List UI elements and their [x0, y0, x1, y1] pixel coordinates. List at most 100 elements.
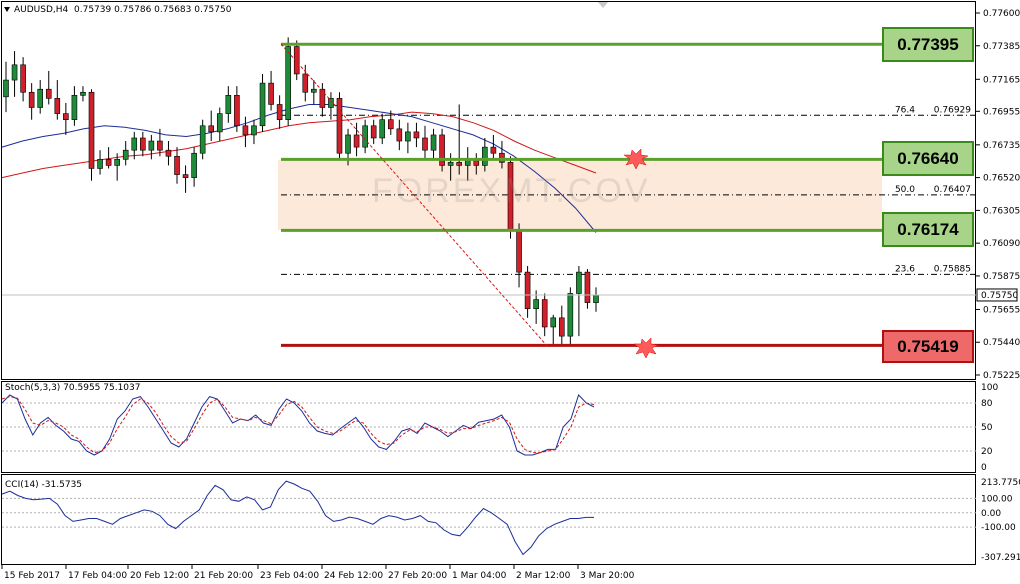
candle-body [353, 134, 360, 148]
watermark-logo: FOREXMT.COV [372, 172, 651, 210]
candle-body [584, 271, 591, 303]
candle-body [122, 149, 129, 160]
candle-body [105, 159, 112, 166]
candle-body [567, 293, 574, 337]
candle-body [131, 137, 138, 151]
price-axis-label: 0.75225 [983, 371, 1020, 381]
chart-canvas[interactable]: 76.4 0.76929 50.0 0.76407 23.6 0.75885 0.7760… [0, 0, 1020, 584]
candle-body [319, 88, 326, 108]
candle-body [191, 152, 197, 178]
candle-body [234, 95, 240, 127]
candle-body [63, 113, 69, 120]
candle-body [593, 294, 599, 303]
level-box-1: 0.77395 [882, 27, 974, 62]
current-price-label: 0.75750 [981, 291, 1018, 301]
candle-body [114, 159, 120, 166]
time-axis-label: 21 Feb 20:00 [194, 571, 253, 581]
time-axis-label: 24 Feb 12:00 [324, 571, 383, 581]
candle-body [499, 152, 505, 163]
candle-body [345, 134, 351, 154]
candle-body [362, 125, 368, 148]
price-axis-label: 0.75875 [983, 272, 1020, 282]
time-axis-label: 20 Feb 12:00 [130, 571, 189, 581]
candle-body [88, 91, 95, 169]
price-axis-label: 0.77600 [983, 9, 1020, 19]
candle-body [174, 155, 180, 175]
candle-body [576, 271, 582, 294]
candle-body [379, 119, 386, 139]
candle-body [336, 98, 343, 154]
candle-body [80, 91, 86, 96]
candle-body [54, 98, 61, 114]
candle-body [422, 137, 428, 151]
cci-axis-label: 213.7750 [981, 478, 1020, 488]
level-box-2: 0.76640 [882, 141, 974, 176]
cci-axis-label: -307.2916 [981, 553, 1020, 563]
candle-body [140, 137, 146, 151]
candle-body [482, 146, 488, 166]
ohlc-readout: 0.75739 0.75786 0.75683 0.75750 [74, 5, 232, 15]
cci-axis-label: 100.00 [981, 494, 1013, 504]
candle-body [439, 134, 445, 166]
fibo-level-value: 0.76929 [934, 105, 971, 115]
candle-body [259, 82, 266, 127]
chart-header: AUDUSD,H4 0.75739 0.75786 0.75683 0.7575… [4, 5, 231, 15]
candle-body [550, 317, 557, 328]
cci-label: CCI(14) -31.5735 [5, 480, 83, 490]
candle-body [541, 299, 548, 328]
cci-pane-frame [1, 474, 976, 565]
candle-body [516, 229, 522, 273]
chart-window[interactable]: 76.4 0.76929 50.0 0.76407 23.6 0.75885 0.7760… [0, 0, 1020, 584]
level-box-4: 0.75419 [882, 330, 974, 363]
stoch-axis-label: 100 [981, 383, 998, 393]
price-axis-label: 0.76955 [983, 107, 1020, 117]
candle-body [302, 73, 309, 93]
candle-body [311, 88, 317, 93]
candle-body [456, 162, 462, 166]
candle-body [45, 88, 52, 99]
candle-body [216, 113, 223, 133]
candle-body [37, 88, 44, 108]
candle-body [71, 95, 78, 120]
stoch-axis-label: 20 [981, 447, 993, 457]
time-axis-label: 17 Feb 04:00 [68, 571, 127, 581]
candle-body [328, 98, 334, 108]
cci-line [1, 480, 594, 556]
candle-body [157, 140, 163, 151]
fibo-level-label: 76.4 [895, 105, 915, 115]
candle-body [225, 95, 232, 114]
price-axis-label: 0.76520 [983, 174, 1020, 184]
price-axis-label: 0.76090 [983, 239, 1020, 249]
stoch-axis-label: 0 [981, 463, 987, 473]
time-axis-label: 1 Mar 04:00 [452, 571, 507, 581]
time-axis-label: 15 Feb 2017 [4, 571, 60, 581]
candle-body [285, 46, 291, 120]
candle-body [148, 140, 155, 151]
fibo-level-value: 0.76407 [934, 185, 971, 195]
candle-body [533, 299, 539, 309]
fibo-level-label: 50.0 [895, 185, 915, 195]
time-axis-label: 3 Mar 20:00 [580, 571, 635, 581]
scroll-marker-icon[interactable] [598, 2, 608, 8]
stoch-axis-label: 80 [981, 399, 993, 409]
candle-body [268, 82, 274, 105]
candle-body [430, 134, 437, 151]
candle-body [182, 174, 189, 178]
price-axis-label: 0.76305 [983, 206, 1020, 216]
stoch-label: Stoch(5,3,3) 70.5955 75.1037 [5, 383, 141, 393]
candle-body [208, 125, 215, 133]
candle-body [97, 159, 103, 169]
candle-body [276, 104, 283, 120]
stoch-axis-label: 50 [981, 423, 993, 433]
candle-body [11, 64, 18, 81]
level-box-3: 0.76174 [882, 212, 974, 247]
candle-body [405, 131, 411, 142]
cci-axis-label: 0.00 [981, 509, 1001, 519]
price-axis-label: 0.77165 [983, 75, 1020, 85]
candle-body [558, 317, 565, 337]
dropdown-triangle-icon[interactable] [4, 7, 10, 12]
price-axis-label: 0.75655 [983, 305, 1020, 315]
fibo-level-label: 23.6 [895, 264, 915, 274]
time-axis-label: 23 Feb 04:00 [260, 571, 319, 581]
candle-body [3, 79, 9, 98]
